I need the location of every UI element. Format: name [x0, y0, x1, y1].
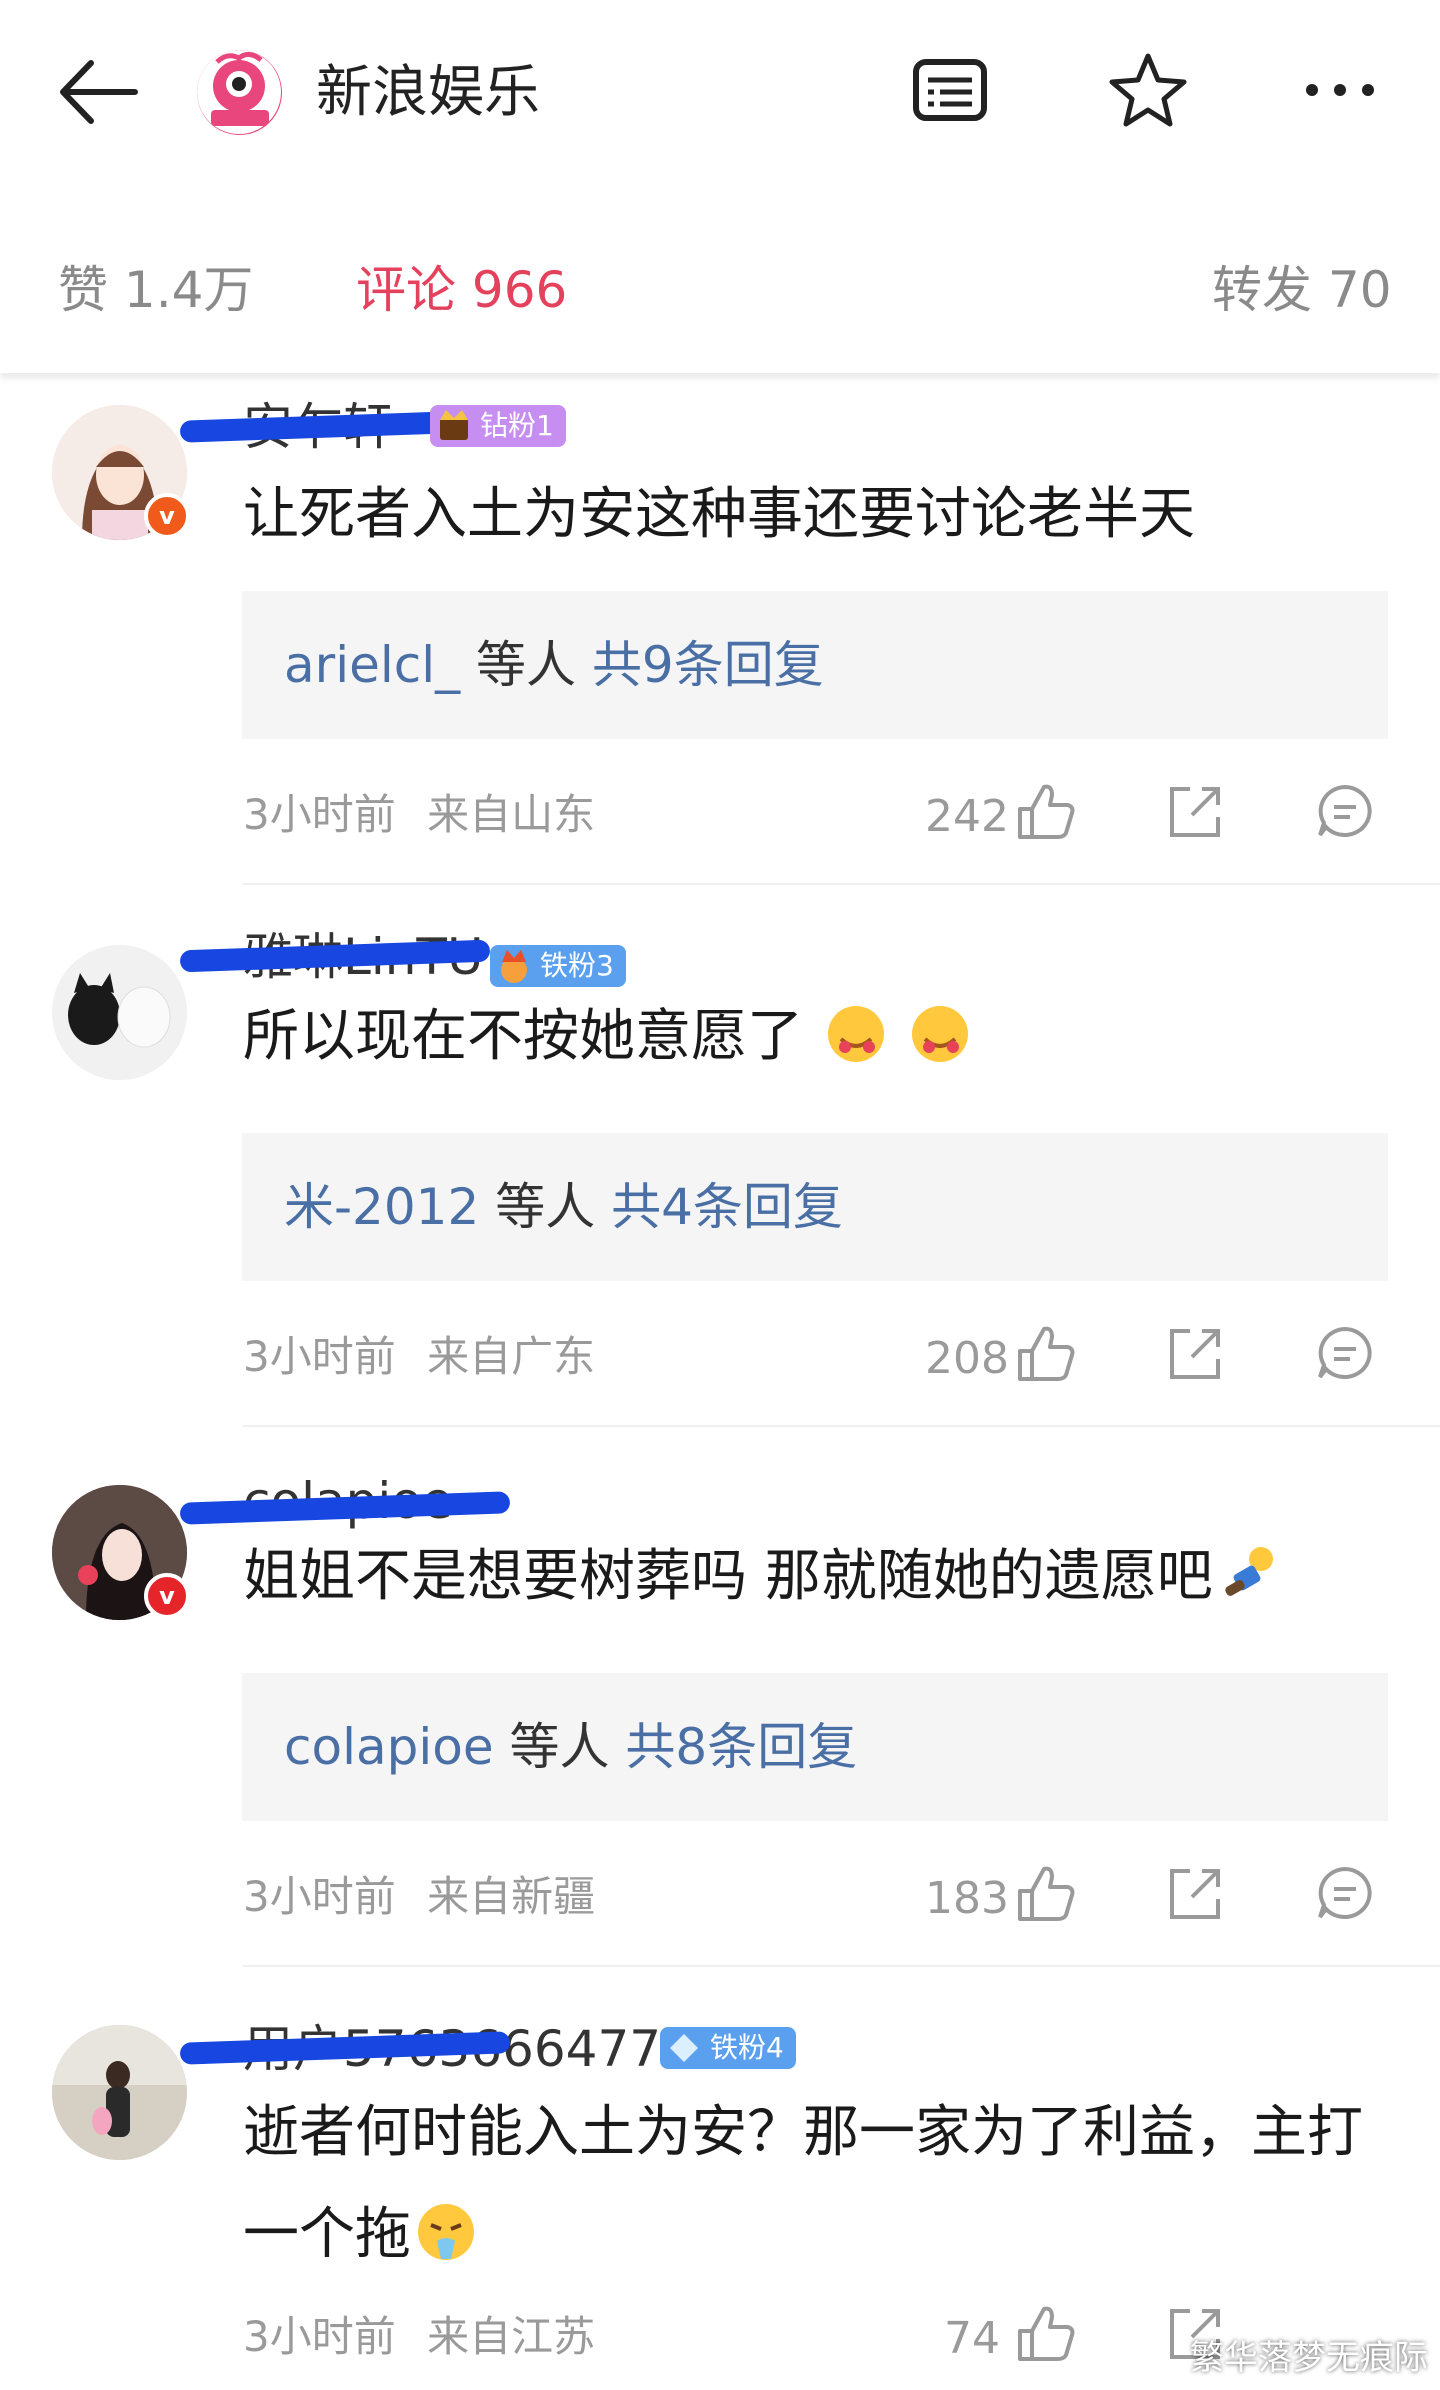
reply-summary[interactable]: arielcl_ 等人 共9条回复: [242, 591, 1388, 739]
divider: [243, 1965, 1440, 1967]
comment-time: 3小时前: [243, 1332, 396, 1381]
comment-text: 逝者何时能入土为安？那一家为了利益，主打: [243, 2100, 1363, 2165]
verified-badge: v: [144, 493, 190, 539]
stats-tabs: 赞 1.4万 评论 966 转发 70: [0, 225, 1440, 373]
comment-text: 让死者入土为安这种事还要讨论老半天: [243, 482, 1195, 547]
tab-likes[interactable]: 赞 1.4万: [58, 255, 253, 325]
star-icon[interactable]: [1108, 50, 1188, 130]
reader-mode-icon[interactable]: [910, 50, 990, 130]
comment-meta: 3小时前 来自江苏: [243, 2307, 613, 2367]
verified-badge: v: [144, 1573, 190, 1619]
reply-user[interactable]: colapioe: [284, 1718, 494, 1776]
like-count: 74: [944, 2313, 1000, 2364]
divider: [243, 883, 1440, 885]
comment-text: 所以现在不按她意愿了: [243, 987, 1393, 1087]
reply-summary[interactable]: colapioe 等人 共8条回复: [242, 1673, 1388, 1821]
reply-mid: 等人: [476, 636, 577, 694]
comment-meta: 3小时前 来自山东: [243, 785, 613, 845]
comment-location: 来自江苏: [427, 2312, 596, 2361]
reply-count[interactable]: 共9条回复: [592, 636, 824, 694]
thumbs-up-icon[interactable]: [1012, 1323, 1078, 1383]
comment-icon[interactable]: [1312, 781, 1378, 841]
comment-time: 3小时前: [243, 1872, 396, 1921]
thumbs-up-icon[interactable]: [1012, 2303, 1078, 2363]
reply-count[interactable]: 共8条回复: [625, 1718, 857, 1776]
account-title[interactable]: 新浪娱乐: [316, 60, 540, 126]
tab-reposts[interactable]: 转发 70: [1212, 255, 1392, 325]
watermark: 繁华落梦无痕际: [1190, 2338, 1428, 2378]
fan-badge: 铁粉4: [660, 2027, 796, 2069]
avatar[interactable]: [52, 945, 187, 1080]
share-icon[interactable]: [1162, 1323, 1228, 1383]
comment-location: 来自广东: [427, 1332, 596, 1381]
crown-icon: [501, 950, 527, 983]
emoji-icon: [1225, 1547, 1273, 1596]
divider: [243, 1425, 1440, 1427]
comment-text: 姐姐不是想要树葬吗 那就随她的遗愿吧: [243, 1527, 1393, 1627]
back-arrow-icon[interactable]: [55, 55, 140, 130]
reply-user[interactable]: 米-2012: [284, 1178, 479, 1236]
comment-location: 来自新疆: [427, 1872, 596, 1921]
like-count: 242: [925, 791, 1009, 842]
emoji-icon: [418, 2204, 474, 2260]
reply-count[interactable]: 共4条回复: [611, 1178, 843, 1236]
reply-summary[interactable]: 米-2012 等人 共4条回复: [242, 1133, 1388, 1281]
fan-badge: 钻粉1: [430, 405, 566, 447]
reply-mid: 等人: [509, 1718, 610, 1776]
comment-meta: 3小时前 来自广东: [243, 1327, 613, 1387]
comment-icon[interactable]: [1312, 1863, 1378, 1923]
share-icon[interactable]: [1162, 1863, 1228, 1923]
crown-icon: [440, 410, 468, 440]
top-bar: 新浪娱乐: [0, 0, 1440, 185]
comment-time: 3小时前: [243, 790, 396, 839]
tab-comments[interactable]: 评论 966: [356, 255, 567, 325]
like-count: 208: [925, 1333, 1009, 1384]
comment-text-body: 姐姐不是想要树葬吗 那就随她的遗愿吧: [243, 1544, 1213, 1609]
reply-mid: 等人: [495, 1178, 596, 1236]
fan-badge-label: 钻粉1: [480, 409, 554, 442]
more-icon[interactable]: [1300, 50, 1380, 130]
like-count: 183: [925, 1873, 1009, 1924]
sina-ent-logo[interactable]: [197, 50, 282, 135]
emoji-icon: [911, 1006, 968, 1062]
comment-time: 3小时前: [243, 2312, 396, 2361]
fan-badge: 铁粉3: [490, 945, 626, 987]
comment-icon[interactable]: [1312, 1323, 1378, 1383]
comment-text-body: 一个拖: [243, 2202, 411, 2267]
diamond-icon: [670, 2034, 698, 2062]
share-icon[interactable]: [1162, 781, 1228, 841]
fan-badge-label: 铁粉4: [710, 2031, 784, 2064]
thumbs-up-icon[interactable]: [1012, 781, 1078, 841]
avatar[interactable]: [52, 2025, 187, 2160]
comment-text-body: 所以现在不按她意愿了: [243, 1004, 803, 1069]
comment-meta: 3小时前 来自新疆: [243, 1867, 613, 1927]
thumbs-up-icon[interactable]: [1012, 1863, 1078, 1923]
fan-badge-label: 铁粉3: [540, 949, 614, 982]
comment-location: 来自山东: [427, 790, 596, 839]
comment-text: 一个拖: [243, 2185, 1393, 2285]
emoji-icon: [827, 1006, 884, 1062]
reply-user[interactable]: arielcl_: [284, 636, 460, 694]
